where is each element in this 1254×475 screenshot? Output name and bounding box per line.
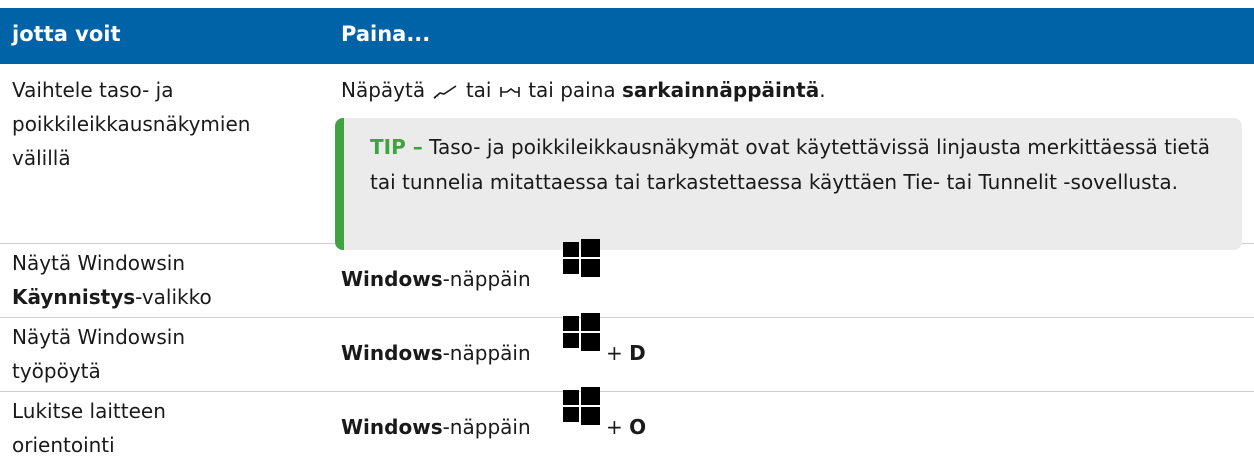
cross-section-icon[interactable]: [498, 82, 522, 102]
windows-key-label: Windows: [341, 415, 443, 439]
row-keys: Näpäytä tai tai paina sarkainnäppäintä.: [341, 73, 826, 107]
windows-logo-icon: [563, 387, 600, 425]
row-action-line: Lukitse laitteen: [12, 399, 166, 423]
windows-key-label: Windows: [341, 267, 443, 291]
row-action: Lukitse laitteen orientointi: [12, 394, 312, 462]
table-row: Vaihtele taso- ja poikkileikkausnäkymien…: [0, 64, 1254, 250]
table-row: Näytä Windowsin työpöytä Windows-näppäin…: [0, 313, 1254, 392]
tip-text: TIP – Taso- ja poikkileikkausnäkymät ova…: [370, 130, 1230, 200]
key-text: -näppäin: [442, 415, 531, 439]
header-col1: jotta voit: [12, 22, 121, 46]
row-keys: Windows-näppäin: [341, 336, 531, 370]
key-text: tai: [465, 78, 492, 102]
row-keys: Windows-näppäin: [341, 410, 531, 444]
row-keys-extra: + D: [606, 336, 646, 370]
key-text: tai paina: [528, 78, 616, 102]
plan-view-icon[interactable]: [431, 82, 459, 102]
row-action: Näytä Windowsin Käynnistys-valikko: [12, 246, 312, 314]
row-action-line: orientointi: [12, 433, 115, 457]
key-text: -näppäin: [442, 341, 531, 365]
row-action-line: Näytä Windowsin: [12, 251, 186, 275]
key-text: Näpäytä: [341, 78, 426, 102]
header-col2: Paina...: [341, 22, 431, 46]
tip-box: TIP – Taso- ja poikkileikkausnäkymät ova…: [335, 118, 1242, 250]
row-action-line: Vaihtele taso- ja: [12, 78, 174, 102]
table-row: Näytä Windowsin Käynnistys-valikko Windo…: [0, 239, 1254, 318]
key-text: -näppäin: [442, 267, 531, 291]
windows-key-label: Windows: [341, 341, 443, 365]
row-action-line: poikkileikkausnäkymien: [12, 112, 251, 136]
row-action: Vaihtele taso- ja poikkileikkausnäkymien…: [12, 73, 312, 175]
table-row: Lukitse laitteen orientointi Windows-näp…: [0, 387, 1254, 475]
row-action-rest: -valikko: [135, 285, 212, 309]
row-action-line: Näytä Windowsin: [12, 325, 186, 349]
row-action: Näytä Windowsin työpöytä: [12, 320, 312, 388]
o-key-label: O: [629, 415, 647, 439]
windows-logo-icon: [563, 239, 600, 277]
tab-key-label: sarkainnäppäintä: [622, 78, 820, 102]
row-keys-extra: + O: [606, 410, 646, 444]
row-keys: Windows-näppäin: [341, 262, 531, 296]
row-action-bold: Käynnistys: [12, 285, 136, 309]
plus-sign: +: [606, 415, 623, 439]
d-key-label: D: [629, 341, 646, 365]
tip-body: Taso- ja poikkileikkausnäkymät ovat käyt…: [370, 135, 1210, 194]
row-action-line: välillä: [12, 146, 71, 170]
key-text: .: [819, 78, 826, 102]
tip-label: TIP –: [370, 135, 423, 159]
row-action-line: työpöytä: [12, 359, 101, 383]
windows-logo-icon: [563, 313, 600, 351]
plus-sign: +: [606, 341, 623, 365]
table-header: jotta voit Paina...: [0, 8, 1254, 64]
